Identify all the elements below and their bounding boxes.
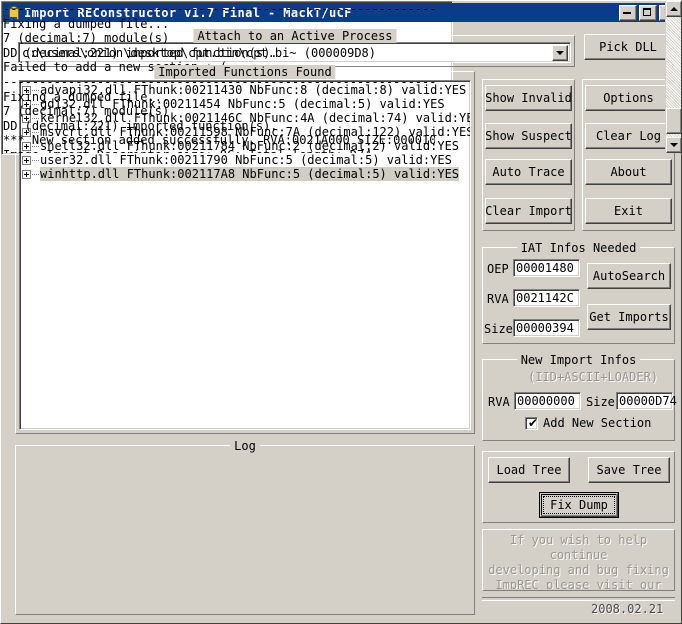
imprec-window: Import REConstructor v1.7 Final - MackT/… (0, 0, 682, 624)
iat-size-value: 00000394 (516, 321, 574, 335)
exit-button[interactable]: Exit (585, 198, 672, 224)
tree-row-label: winhttp.dll FThunk:002117A8 NbFunc:5 (de… (40, 167, 460, 181)
autosearch-button[interactable]: AutoSearch (587, 263, 671, 289)
save-tree-label: Save Tree (596, 463, 662, 477)
log-line: DD (decimal:221) imported function(s). (3, 45, 278, 60)
iat-size-label: Size (484, 322, 513, 336)
promo-text: If you wish to help continue developing … (484, 533, 673, 589)
oep-value: 00001480 (516, 261, 574, 275)
new-import-size-field[interactable]: 00000D74 (616, 392, 677, 410)
oep-field[interactable]: 00001480 (513, 259, 580, 277)
new-import-size-value: 00000D74 (619, 394, 677, 408)
clear-log-button[interactable]: Clear Log (585, 123, 672, 149)
save-tree-button[interactable]: Save Tree (588, 457, 670, 483)
show-invalid-label: Show Invalid (485, 91, 572, 105)
about-label: About (610, 165, 647, 179)
tree-connector-icon (32, 159, 39, 161)
get-imports-label: Get Imports (589, 310, 669, 324)
clear-log-label: Clear Log (595, 129, 662, 143)
new-import-rva-value: 00000000 (517, 394, 575, 408)
new-import-subtitle: (IID+ASCII+LOADER) (528, 370, 659, 384)
add-new-section-label: Add New Section (543, 416, 652, 430)
about-button[interactable]: About (585, 159, 672, 185)
clear-import-button[interactable]: Clear Import (485, 198, 572, 224)
expand-icon[interactable] (22, 155, 31, 165)
pick-dll-label: Pick DLL (599, 40, 657, 54)
log-line: ----------------------------------------… (3, 2, 435, 16)
load-tree-button[interactable]: Load Tree (488, 457, 570, 483)
log-line: Image Import Descriptor size: 8C; Total … (3, 148, 435, 153)
options-button[interactable]: Options (585, 85, 672, 111)
iat-infos-group-label: IAT Infos Needed (516, 241, 641, 255)
iat-rva-value: 0021142C (516, 291, 574, 305)
tree-row-label: user32.dll FThunk:00211790 NbFunc:5 (dec… (40, 153, 452, 167)
promo-line-2: developing and bug fixing (488, 563, 669, 577)
log-line: Fixing a dumped file... (3, 89, 170, 104)
imported-functions-group-label: Imported Functions Found (154, 65, 336, 79)
show-suspect-label: Show Suspect (485, 129, 572, 143)
clear-import-label: Clear Import (485, 204, 572, 218)
iat-rva-label: RVA (487, 292, 509, 306)
oep-label: OEP (487, 262, 509, 276)
new-import-rva-label: RVA (488, 395, 510, 409)
get-imports-button[interactable]: Get Imports (587, 304, 671, 330)
expand-icon[interactable] (22, 169, 31, 179)
auto-trace-label: Auto Trace (492, 165, 565, 179)
fix-dump-label: Fix Dump (550, 498, 608, 512)
add-new-section-checkbox[interactable]: ✔ Add New Section (525, 416, 651, 430)
log-line: *** New section added successfully. RVA:… (3, 133, 435, 148)
log-line: DD (decimal:221) imported function(s). (3, 118, 278, 133)
show-suspect-button[interactable]: Show Suspect (485, 123, 572, 149)
checkbox-icon: ✔ (525, 415, 539, 430)
fix-dump-button[interactable]: Fix Dump (540, 493, 618, 517)
autosearch-label: AutoSearch (592, 269, 666, 283)
load-tree-label: Load Tree (496, 463, 562, 477)
log-group: Log (15, 439, 475, 615)
auto-trace-button[interactable]: Auto Trace (485, 159, 572, 185)
new-import-size-label: Size (586, 395, 615, 409)
log-line: 7 (decimal:7) module(s) (3, 104, 170, 119)
tree-connector-icon (32, 173, 39, 175)
options-label: Options (603, 91, 654, 105)
build-date: 2008.02.21 (591, 602, 664, 616)
minimize-button[interactable] (619, 4, 637, 21)
maximize-button[interactable] (639, 4, 657, 21)
tree-row[interactable]: winhttp.dll FThunk:002117A8 NbFunc:5 (de… (22, 167, 460, 181)
pick-dll-button[interactable]: Pick DLL (584, 34, 672, 60)
iat-size-field[interactable]: 00000394 (513, 319, 580, 337)
footer-divider (482, 597, 675, 601)
promo-line-3: ImpREC please visit our forum (495, 578, 662, 589)
attach-group-label: Attach to an Active Process (193, 29, 397, 43)
new-import-rva-field[interactable]: 00000000 (514, 392, 581, 410)
exit-label: Exit (614, 204, 643, 218)
new-import-infos-group-label: New Import Infos (516, 353, 641, 367)
check-glyph: ✔ (528, 415, 539, 430)
show-invalid-button[interactable]: Show Invalid (485, 85, 572, 111)
iat-rva-field[interactable]: 0021142C (513, 289, 580, 307)
chevron-down-icon[interactable] (552, 45, 568, 61)
promo-line-1: If you wish to help continue (509, 533, 648, 562)
log-group-label: Log (230, 439, 260, 453)
tree-row[interactable]: user32.dll FThunk:00211790 NbFunc:5 (dec… (22, 153, 452, 167)
